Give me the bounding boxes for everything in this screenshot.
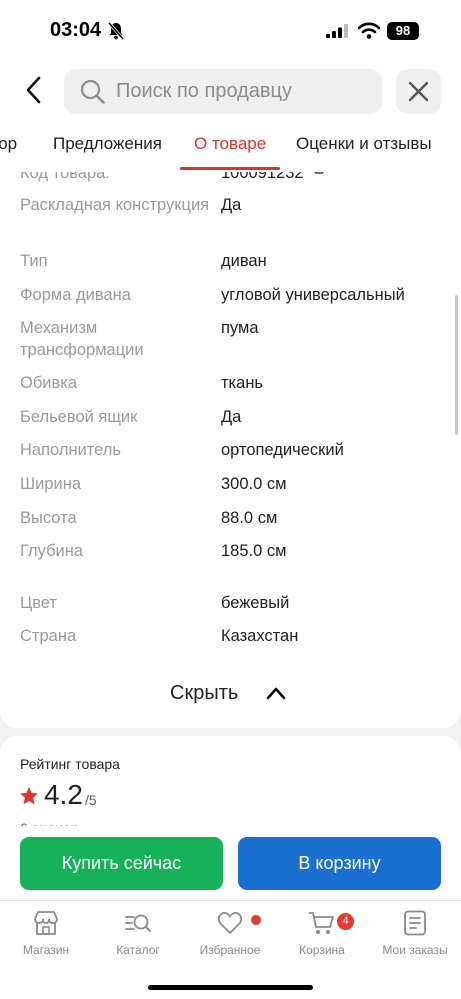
spec-value: диван bbox=[221, 252, 267, 270]
spec-value: Да bbox=[221, 196, 242, 214]
spec-label: Ширина bbox=[20, 475, 82, 493]
spec-label: Механизм трансформации bbox=[20, 319, 144, 359]
heart-icon bbox=[217, 912, 243, 934]
cart-count-badge: 4 bbox=[337, 913, 354, 930]
spec-label: Наполнитель bbox=[20, 441, 122, 459]
scrollbar-thumb[interactable] bbox=[455, 295, 458, 435]
close-button[interactable] bbox=[396, 69, 441, 114]
nav-item-favorites[interactable]: Избранное bbox=[184, 909, 276, 957]
spec-value: бежевый bbox=[221, 594, 290, 612]
tab-overview[interactable]: Обзор bbox=[0, 134, 17, 154]
spec-value: Казахстан bbox=[221, 627, 299, 645]
collapse-specs-button[interactable]: Скрыть bbox=[170, 682, 286, 712]
nav-label: Корзина bbox=[299, 943, 345, 957]
spec-value: ортопедический bbox=[221, 441, 344, 459]
spec-value: угловой универсальный bbox=[221, 286, 405, 304]
spec-label: Цвет bbox=[20, 594, 57, 612]
close-icon bbox=[408, 81, 429, 102]
nav-label: Избранное bbox=[199, 943, 261, 957]
spec-value: Да bbox=[221, 408, 242, 426]
spec-label: Бельевой ящик bbox=[20, 408, 138, 426]
rating-value: 4.2 bbox=[44, 779, 83, 810]
nav-label: Магазин bbox=[22, 943, 70, 957]
active-tab-indicator bbox=[180, 167, 280, 170]
signal-icon bbox=[326, 24, 348, 38]
tab-offers[interactable]: Предложения bbox=[53, 134, 162, 154]
spec-label: Форма дивана bbox=[20, 286, 131, 304]
copy-icon[interactable] bbox=[314, 172, 328, 174]
search-input[interactable] bbox=[116, 69, 376, 114]
buy-now-button[interactable]: Купить сейчас bbox=[20, 837, 223, 890]
spec-label: Высота bbox=[20, 509, 77, 527]
product-specs-panel: Код товара: 100091232 Раскладная констру… bbox=[0, 172, 461, 728]
action-bar: Купить сейчас В корзину bbox=[0, 826, 461, 900]
nav-label: Мои заказы bbox=[382, 943, 448, 957]
spec-label: Тип bbox=[20, 252, 48, 270]
wifi-icon bbox=[358, 22, 380, 39]
orders-icon bbox=[404, 910, 426, 936]
rating-title: Рейтинг товара bbox=[20, 756, 120, 772]
bell-off-icon bbox=[108, 22, 124, 40]
search-icon bbox=[80, 79, 105, 104]
spec-value: пума bbox=[221, 319, 259, 337]
battery-indicator: 98 bbox=[387, 22, 419, 40]
status-bar: 03:04 98 bbox=[0, 0, 461, 62]
store-icon bbox=[34, 911, 58, 935]
spec-value: 88.0 см bbox=[221, 509, 278, 527]
tab-about-product[interactable]: О товаре bbox=[194, 134, 266, 154]
spec-label: Обивка bbox=[20, 374, 78, 392]
back-button[interactable] bbox=[20, 72, 50, 108]
status-time: 03:04 bbox=[50, 19, 102, 41]
spec-value: 100091232 bbox=[221, 172, 304, 182]
rating-max: /5 bbox=[85, 792, 97, 808]
header bbox=[0, 62, 461, 122]
spec-value: 185.0 см bbox=[221, 542, 287, 560]
nav-item-cart[interactable]: 4 Корзина bbox=[276, 909, 368, 957]
tab-bar: Обзор Предложения О товаре Оценки и отзы… bbox=[0, 122, 461, 172]
nav-item-orders[interactable]: Мои заказы bbox=[369, 909, 461, 957]
star-icon bbox=[20, 787, 38, 805]
nav-item-store[interactable]: Магазин bbox=[0, 909, 92, 957]
spec-label: Страна bbox=[20, 627, 77, 645]
add-to-cart-button[interactable]: В корзину bbox=[238, 837, 441, 890]
tab-reviews[interactable]: Оценки и отзывы bbox=[296, 134, 432, 154]
search-box[interactable] bbox=[64, 69, 382, 114]
rating-card: Рейтинг товара 4.2 /5 6 оценок bbox=[0, 736, 461, 836]
spec-label: Глубина bbox=[20, 542, 84, 560]
chevron-up-icon bbox=[266, 687, 286, 700]
nav-label: Каталог bbox=[116, 943, 160, 957]
spec-value: ткань bbox=[221, 374, 264, 392]
nav-item-catalog[interactable]: Каталог bbox=[92, 909, 184, 957]
collapse-label: Скрыть bbox=[170, 682, 239, 704]
catalog-search-icon bbox=[125, 914, 151, 932]
chevron-left-icon bbox=[26, 76, 41, 104]
spec-label: Раскладная конструкция bbox=[20, 196, 210, 214]
favorites-dot-badge bbox=[251, 915, 261, 925]
spec-value: 300.0 см bbox=[221, 475, 287, 493]
spec-label: Код товара: bbox=[20, 172, 110, 182]
cart-icon bbox=[308, 912, 334, 934]
home-indicator[interactable] bbox=[148, 985, 313, 990]
